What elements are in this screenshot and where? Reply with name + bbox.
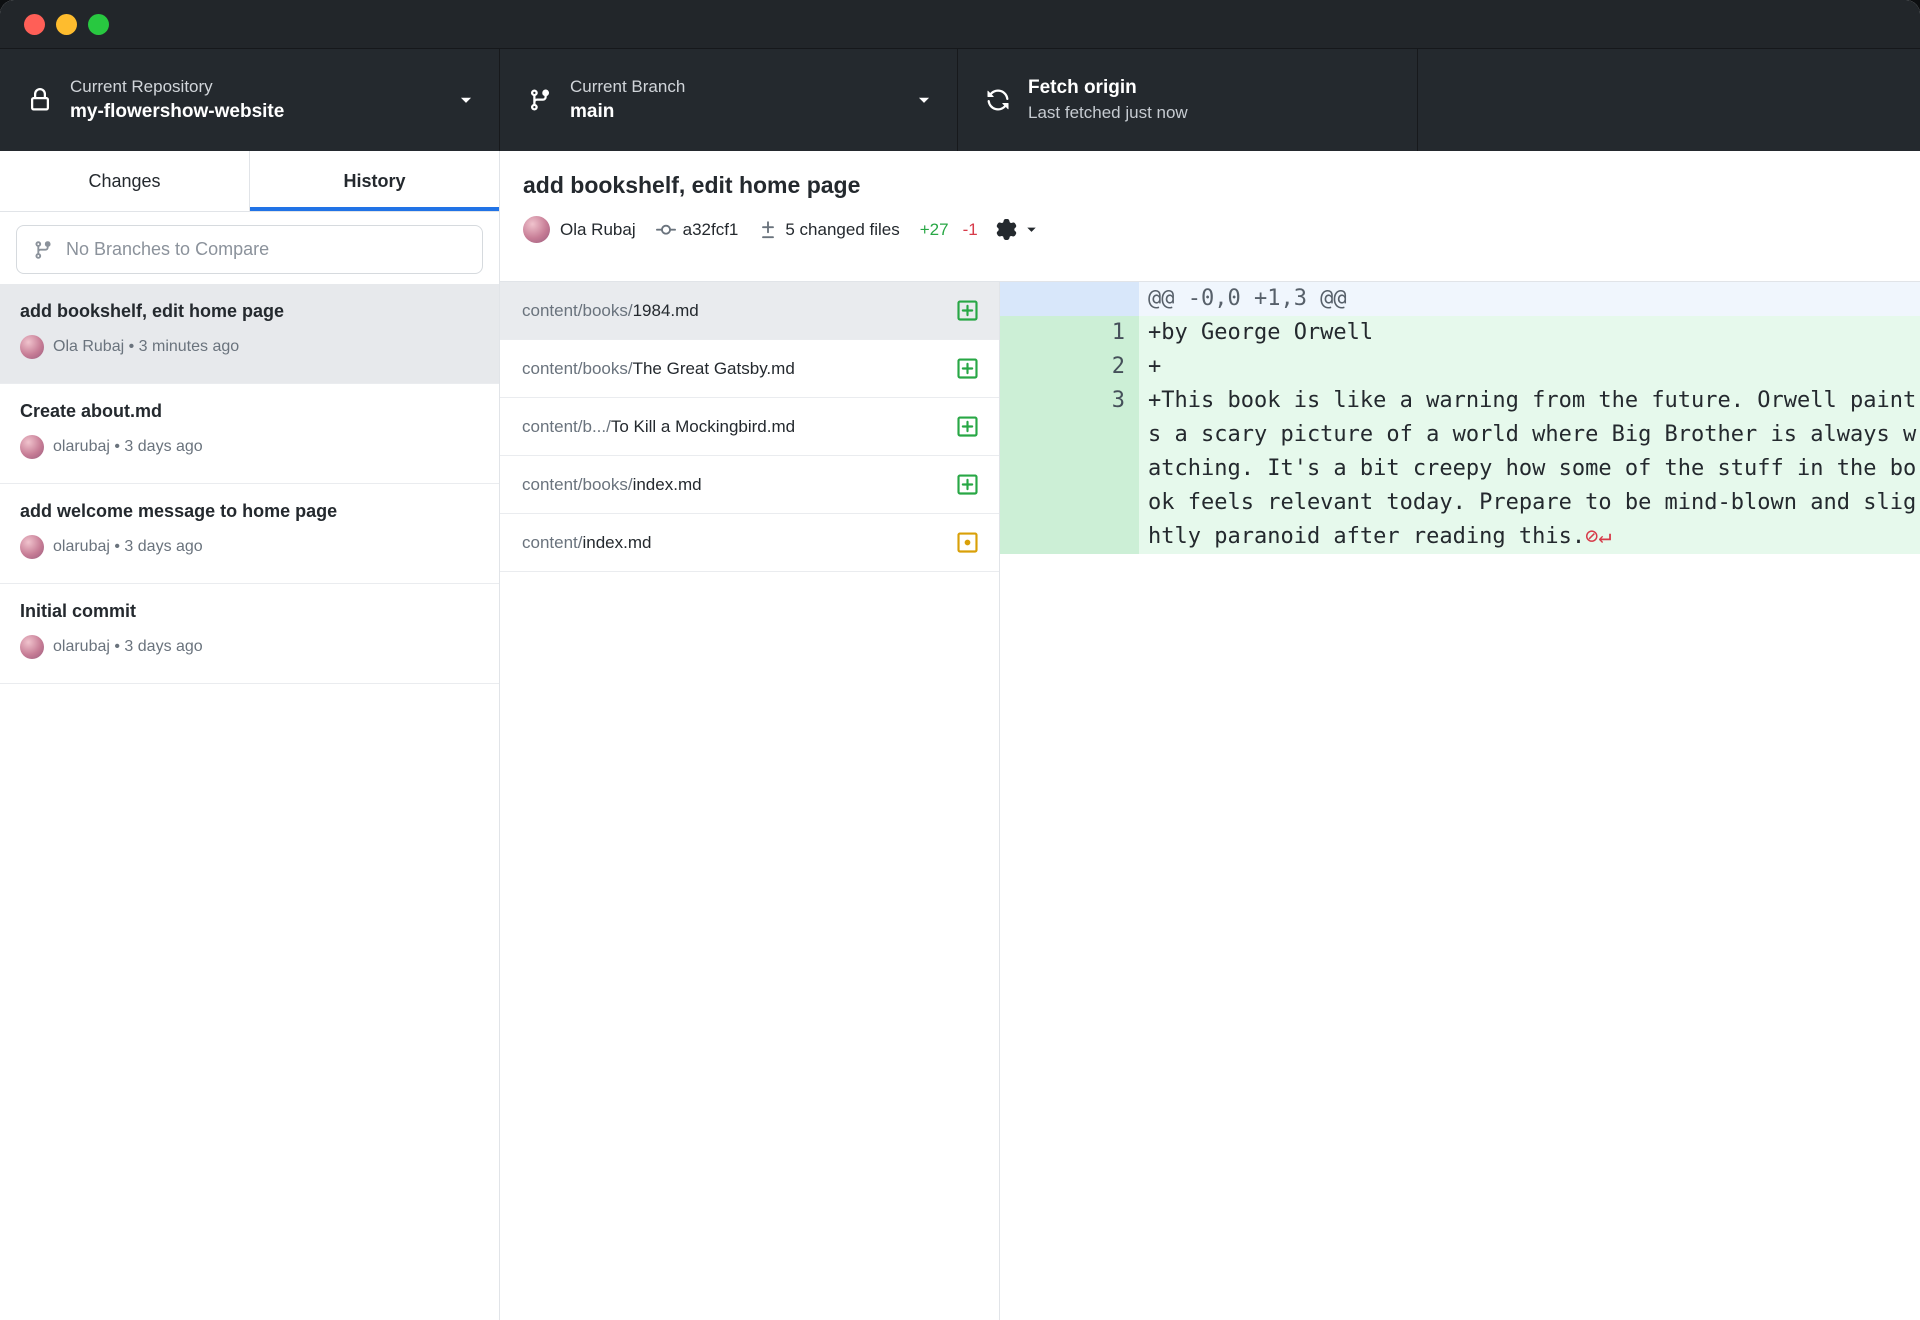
file-added-icon (956, 357, 979, 380)
commit-title: Initial commit (20, 601, 479, 622)
zoom-button[interactable] (88, 14, 109, 35)
commit-title: add welcome message to home page (20, 501, 479, 522)
additions-count: +27 (920, 220, 949, 240)
branch-name: main (570, 101, 915, 123)
commit-list-item[interactable]: Initial commit olarubaj • 3 days ago (0, 584, 499, 684)
diff-line-text: +This book is like a warning from the fu… (1148, 388, 1916, 549)
commit-list-item[interactable]: add welcome message to home page olaruba… (0, 484, 499, 584)
file-modified-icon (956, 531, 979, 554)
diff-line-text: +by George Orwell (1139, 316, 1920, 350)
last-fetched-text: Last fetched just now (1028, 103, 1393, 123)
diff-line-number: 1 (1072, 316, 1139, 350)
diff-line-text: + (1139, 350, 1920, 384)
close-button[interactable] (24, 14, 45, 35)
file-added-icon (956, 473, 979, 496)
branch-label: Current Branch (570, 77, 915, 97)
avatar (20, 335, 44, 359)
avatar (523, 216, 550, 243)
fetch-origin-button[interactable]: Fetch origin Last fetched just now (958, 49, 1418, 151)
branch-compare-box[interactable]: No Branches to Compare (16, 225, 483, 274)
fetch-label: Fetch origin (1028, 77, 1393, 99)
file-path-prefix: content/books/ (522, 301, 633, 320)
deletions-count: -1 (963, 220, 978, 240)
file-row[interactable]: content/b.../To Kill a Mockingbird.md (500, 398, 999, 456)
sync-icon (986, 88, 1010, 112)
commit-detail-header: add bookshelf, edit home page Ola Rubaj … (500, 151, 1920, 282)
git-commit-icon (656, 220, 676, 240)
file-path-prefix: content/books/ (522, 359, 633, 378)
avatar (20, 535, 44, 559)
titlebar (0, 0, 1920, 49)
file-path-prefix: content/b.../ (522, 417, 611, 436)
file-added-icon (956, 415, 979, 438)
file-name: index.md (583, 533, 652, 552)
sidebar-tabs: Changes History (0, 151, 499, 212)
file-name: 1984.md (633, 301, 699, 320)
compare-placeholder: No Branches to Compare (66, 239, 269, 260)
hunk-header-text: @@ -0,0 +1,3 @@ (1139, 282, 1920, 316)
commit-meta-text: olarubaj • 3 days ago (53, 638, 203, 656)
commit-list: add bookshelf, edit home page Ola Rubaj … (0, 284, 499, 1320)
current-repository-button[interactable]: Current Repository my-flowershow-website (0, 49, 500, 151)
changed-files-count: 5 changed files (785, 220, 899, 240)
file-name: To Kill a Mockingbird.md (611, 417, 795, 436)
file-name: The Great Gatsby.md (633, 359, 795, 378)
commit-list-item[interactable]: Create about.md olarubaj • 3 days ago (0, 384, 499, 484)
commit-meta-text: olarubaj • 3 days ago (53, 538, 203, 556)
diff-line: 3 +This book is like a warning from the … (1000, 384, 1920, 554)
git-branch-icon (528, 88, 552, 112)
file-name: index.md (633, 475, 702, 494)
diff-line-number: 3 (1072, 384, 1139, 554)
diff-icon (758, 220, 778, 240)
chevron-down-icon (1024, 222, 1039, 237)
commit-detail-title: add bookshelf, edit home page (523, 172, 1896, 199)
avatar (20, 435, 44, 459)
diff-line-number: 2 (1072, 350, 1139, 384)
repository-name: my-flowershow-website (70, 101, 457, 123)
tab-history[interactable]: History (250, 151, 499, 211)
commit-list-item[interactable]: add bookshelf, edit home page Ola Rubaj … (0, 284, 499, 384)
commit-title: Create about.md (20, 401, 479, 422)
file-path-prefix: content/ (522, 533, 583, 552)
minimize-button[interactable] (56, 14, 77, 35)
history-sidebar: Changes History No Branches to Compare a… (0, 151, 500, 1320)
diff-hunk-header: @@ -0,0 +1,3 @@ (1000, 282, 1920, 316)
no-newline-icon: ⊘↵ (1585, 524, 1612, 549)
toolbar-empty-area (1418, 49, 1920, 151)
file-row[interactable]: content/books/The Great Gatsby.md (500, 340, 999, 398)
tab-changes[interactable]: Changes (0, 151, 250, 211)
chevron-down-icon (457, 91, 475, 109)
commit-title: add bookshelf, edit home page (20, 301, 479, 322)
repository-label: Current Repository (70, 77, 457, 97)
toolbar: Current Repository my-flowershow-website… (0, 49, 1920, 151)
file-row[interactable]: content/books/index.md (500, 456, 999, 514)
file-row[interactable]: content/index.md (500, 514, 999, 572)
diff-viewer: @@ -0,0 +1,3 @@ 1 +by George Orwell 2 + (1000, 282, 1920, 1320)
commit-meta-text: Ola Rubaj • 3 minutes ago (53, 338, 239, 356)
lock-icon (28, 88, 52, 112)
diff-line: 2 + (1000, 350, 1920, 384)
file-row[interactable]: content/books/1984.md (500, 282, 999, 340)
commit-author: Ola Rubaj (560, 220, 636, 240)
file-path-prefix: content/books/ (522, 475, 633, 494)
current-branch-button[interactable]: Current Branch main (500, 49, 958, 151)
diff-line: 1 +by George Orwell (1000, 316, 1920, 350)
gear-icon (996, 219, 1017, 240)
git-branch-icon (33, 240, 53, 260)
changed-files-list: content/books/1984.md content/books/The … (500, 282, 1000, 1320)
diff-options-button[interactable] (996, 219, 1039, 240)
commit-meta-text: olarubaj • 3 days ago (53, 438, 203, 456)
app-window: Current Repository my-flowershow-website… (0, 0, 1920, 1320)
file-added-icon (956, 299, 979, 322)
commit-detail-panel: add bookshelf, edit home page Ola Rubaj … (500, 151, 1920, 1320)
chevron-down-icon (915, 91, 933, 109)
commit-sha: a32fcf1 (683, 220, 739, 240)
avatar (20, 635, 44, 659)
